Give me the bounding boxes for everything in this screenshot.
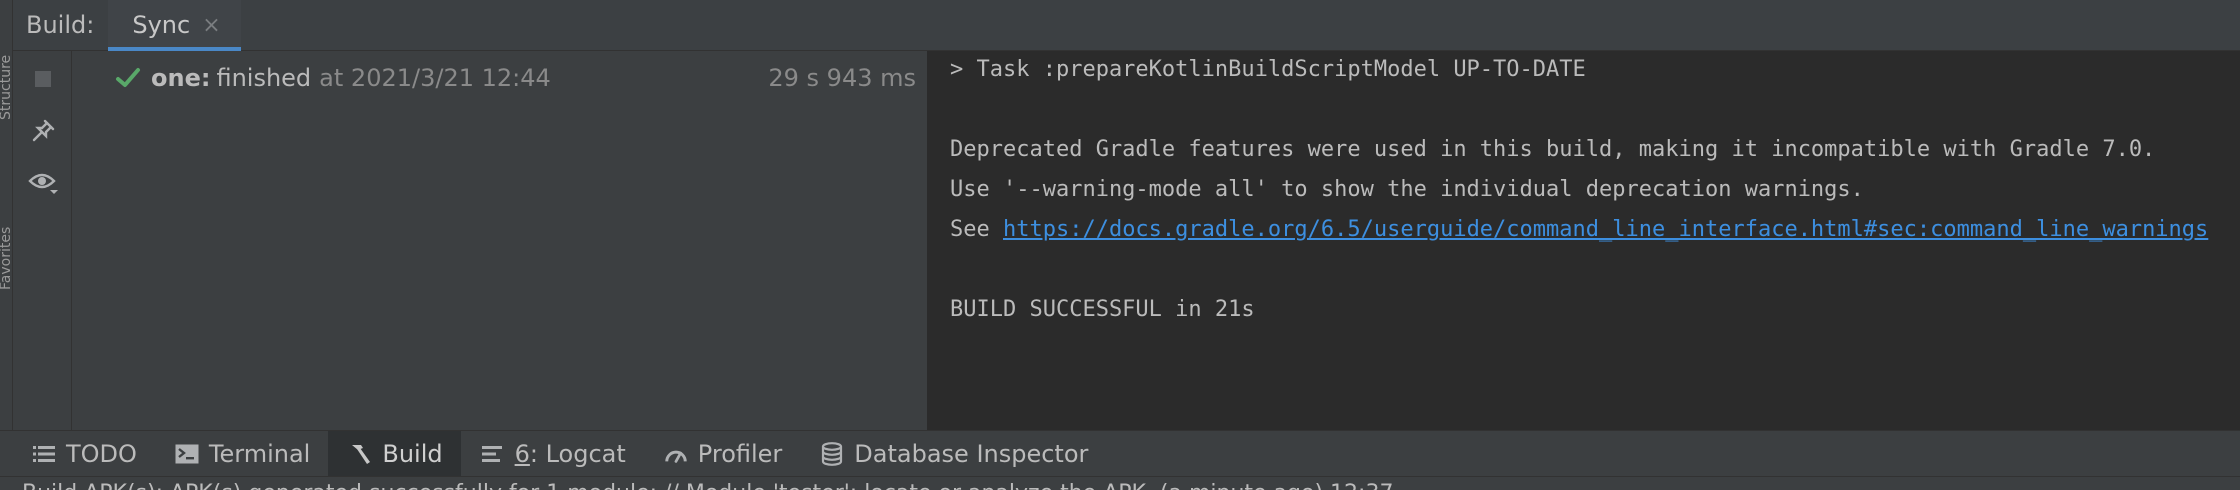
tree-row[interactable]: one: finished at 2021/3/21 12:44 29 s 94… bbox=[72, 59, 927, 97]
tab-terminal[interactable]: Terminal bbox=[155, 431, 328, 477]
tab-build[interactable]: Build bbox=[328, 430, 461, 477]
terminal-icon bbox=[175, 442, 199, 466]
stop-button[interactable] bbox=[27, 65, 59, 97]
tab-sync[interactable]: Sync × bbox=[108, 0, 241, 52]
bottom-tool-bar: TODO Terminal Build 6: Logcat Profiler D… bbox=[0, 430, 2240, 477]
tab-database-inspector-label: Database Inspector bbox=[854, 439, 1089, 468]
tab-database-inspector[interactable]: Database Inspector bbox=[800, 431, 1106, 477]
tab-todo-label: TODO bbox=[66, 439, 137, 468]
logcat-icon bbox=[481, 442, 505, 466]
build-tool-window-header: Build: Sync × bbox=[13, 0, 2240, 52]
structure-strip-label[interactable]: Structure bbox=[0, 0, 12, 120]
list-icon bbox=[32, 442, 56, 466]
tab-todo[interactable]: TODO bbox=[0, 431, 155, 477]
build-status: finished bbox=[216, 64, 312, 92]
console-line: Use '--warning-mode all' to show the ind… bbox=[950, 177, 1864, 202]
pin-icon bbox=[30, 118, 56, 148]
console-see-line: See https://docs.gradle.org/6.5/userguid… bbox=[950, 215, 2208, 245]
console-line: BUILD SUCCESSFUL in 21s bbox=[950, 297, 1255, 322]
database-icon bbox=[820, 441, 844, 466]
console-see-prefix: See bbox=[950, 217, 1003, 242]
tab-logcat-label: : Logcat bbox=[529, 439, 626, 468]
favorites-strip-label[interactable]: Favorites bbox=[0, 150, 12, 290]
tab-logcat[interactable]: 6: Logcat bbox=[461, 431, 644, 477]
tab-terminal-label: Terminal bbox=[208, 439, 311, 468]
tab-build-label: Build bbox=[382, 439, 443, 468]
checkmark-icon bbox=[115, 65, 141, 91]
build-title: Build: bbox=[26, 11, 95, 39]
eye-icon bbox=[28, 170, 58, 200]
build-tree-panel: one: finished at 2021/3/21 12:44 29 s 94… bbox=[72, 51, 928, 430]
build-console-output[interactable]: > Task :prepareKotlinBuildScriptModel UP… bbox=[928, 51, 2240, 430]
build-side-toolbar bbox=[13, 51, 72, 430]
build-timestamp: at 2021/3/21 12:44 bbox=[319, 64, 551, 92]
close-icon[interactable]: × bbox=[202, 13, 220, 38]
ide-window: Structure Favorites Build: Sync × one: f… bbox=[0, 0, 2240, 490]
gauge-icon bbox=[664, 442, 688, 466]
view-options-button[interactable] bbox=[27, 169, 59, 201]
pin-tab-button[interactable] bbox=[27, 117, 59, 149]
gradle-docs-link[interactable]: https://docs.gradle.org/6.5/userguide/co… bbox=[1003, 217, 2208, 242]
tab-profiler-label: Profiler bbox=[697, 439, 783, 468]
console-line: Deprecated Gradle features were used in … bbox=[950, 137, 2156, 162]
build-target-name: one: bbox=[151, 64, 211, 92]
stop-icon bbox=[32, 68, 54, 94]
tab-profiler[interactable]: Profiler bbox=[644, 431, 801, 477]
left-tool-strip: Structure Favorites bbox=[0, 0, 13, 430]
console-line: > Task :prepareKotlinBuildScriptModel UP… bbox=[950, 57, 1586, 82]
tab-sync-label: Sync bbox=[132, 11, 191, 39]
build-duration: 29 s 943 ms bbox=[768, 64, 916, 92]
tab-logcat-mnemonic: 6 bbox=[514, 439, 530, 468]
status-bar: Build APK(s): APK(s) generated successfu… bbox=[0, 476, 2240, 490]
status-bar-message[interactable]: Build APK(s): APK(s) generated successfu… bbox=[22, 481, 1393, 490]
hammer-icon bbox=[348, 442, 372, 466]
